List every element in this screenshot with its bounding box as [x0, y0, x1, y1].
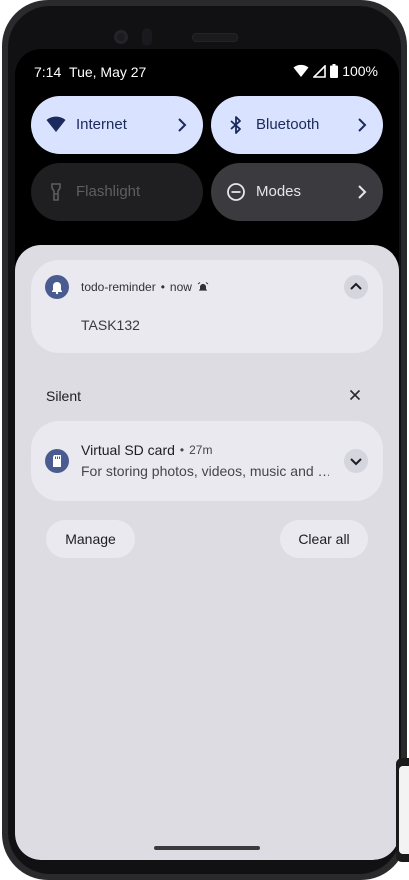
- wifi-icon: [46, 116, 66, 132]
- app-name: todo-reminder: [81, 280, 156, 294]
- side-panel-tab[interactable]: [396, 758, 409, 862]
- wifi-icon: [293, 64, 309, 77]
- notification-title: TASK132: [81, 317, 140, 333]
- status-time: 7:14: [34, 64, 62, 80]
- sensor: [142, 28, 152, 46]
- notification-todo-reminder[interactable]: todo-reminder • now TASK132: [31, 260, 383, 353]
- notification-time: 27m: [189, 443, 213, 457]
- navigation-handle[interactable]: [154, 846, 260, 850]
- status-icons: 100%: [293, 63, 378, 79]
- tile-internet-label: Internet: [76, 116, 127, 133]
- status-bar: 7:14 Tue, May 27 100%: [15, 49, 399, 95]
- chevron-right-icon: [358, 185, 367, 199]
- tile-modes-label: Modes: [256, 183, 302, 200]
- tile-flashlight[interactable]: Flashlight: [31, 163, 203, 221]
- device-background: 7:14 Tue, May 27 100% Internet Bluetooth…: [0, 0, 409, 880]
- tile-bluetooth-label: Bluetooth: [256, 116, 320, 133]
- chevron-up-icon: [350, 282, 362, 290]
- expand-button[interactable]: [344, 449, 368, 473]
- flashlight-icon: [51, 183, 61, 201]
- clear-all-button[interactable]: Clear all: [280, 520, 368, 558]
- alarm-icon: [197, 282, 209, 291]
- app-icon: [45, 275, 69, 299]
- separator: •: [179, 443, 185, 457]
- notification-time: now: [169, 280, 192, 294]
- screen: 7:14 Tue, May 27 100% Internet Bluetooth…: [15, 49, 399, 860]
- chevron-right-icon: [178, 118, 187, 132]
- chevron-down-icon: [350, 458, 362, 466]
- silent-section-header: Silent: [46, 388, 82, 404]
- status-time-date: 7:14 Tue, May 27: [34, 64, 146, 80]
- notification-body: For storing photos, videos, music and …: [81, 463, 329, 479]
- camera-icon: [114, 30, 128, 44]
- battery-icon: [330, 64, 339, 78]
- notification-shade: todo-reminder • now TASK132 Silent Virtu…: [15, 245, 399, 860]
- notification-header: Virtual SD card • 27m: [81, 442, 212, 458]
- bell-icon: [52, 282, 62, 295]
- tile-bluetooth[interactable]: Bluetooth: [211, 96, 383, 154]
- battery-percent: 100%: [342, 63, 378, 79]
- separator: •: [160, 280, 165, 294]
- notification-title: Virtual SD card: [81, 442, 175, 458]
- app-icon: [45, 449, 69, 473]
- tile-flashlight-label: Flashlight: [76, 183, 141, 200]
- chevron-right-icon: [358, 118, 367, 132]
- side-panel-tab-inner: [399, 766, 409, 854]
- tile-modes[interactable]: Modes: [211, 163, 383, 221]
- tile-internet[interactable]: Internet: [31, 96, 203, 154]
- bluetooth-icon: [230, 116, 241, 134]
- sd-card-icon: [53, 455, 61, 467]
- do-not-disturb-icon: [227, 183, 245, 201]
- cell-signal-icon: [313, 64, 326, 78]
- notification-virtual-sd-card[interactable]: Virtual SD card • 27m For storing photos…: [31, 421, 383, 501]
- collapse-button[interactable]: [344, 275, 368, 299]
- earpiece-speaker: [192, 33, 238, 42]
- manage-button[interactable]: Manage: [46, 520, 135, 558]
- notification-header: todo-reminder • now: [81, 280, 209, 294]
- close-icon[interactable]: [349, 389, 361, 401]
- status-date: Tue, May 27: [69, 64, 147, 80]
